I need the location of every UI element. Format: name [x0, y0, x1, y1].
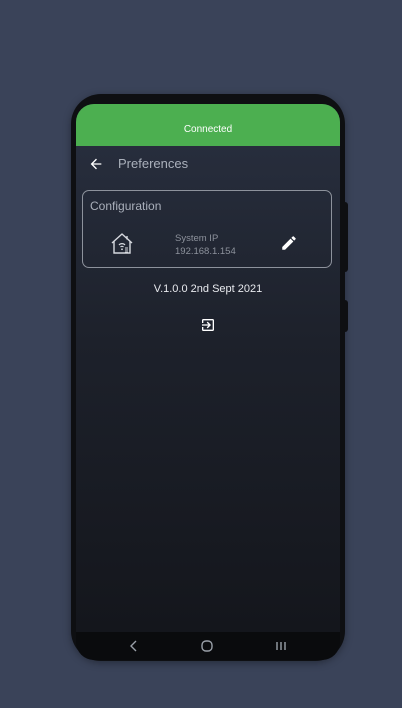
phone-volume-button: [344, 202, 348, 272]
pencil-icon: [282, 236, 296, 250]
nav-recent-apps-icon[interactable]: [274, 639, 288, 653]
logout-button[interactable]: [200, 317, 216, 333]
smart-home-icon: [111, 233, 133, 254]
system-ip-value: 192.168.1.154: [175, 246, 236, 257]
arrow-left-icon: [90, 158, 102, 170]
app-header: Preferences: [76, 152, 340, 176]
nav-home-icon[interactable]: [200, 639, 214, 653]
nav-back-icon[interactable]: [128, 639, 140, 653]
edit-ip-button[interactable]: [280, 234, 298, 252]
system-ip-label: System IP: [175, 233, 219, 244]
connection-status-text: Connected: [183, 123, 233, 135]
logout-icon: [202, 319, 214, 331]
page-title: Preferences: [118, 156, 189, 171]
phone-power-button: [344, 300, 348, 332]
app-screen: Connected Preferences Configuration Syst…: [76, 104, 340, 632]
back-button[interactable]: [86, 154, 106, 174]
system-navigation-bar: [76, 632, 340, 660]
configuration-title: Configuration: [90, 199, 162, 213]
connection-status-banner: Connected: [76, 112, 340, 146]
app-version: V.1.0.0 2nd Sept 2021: [153, 283, 263, 295]
configuration-card: Configuration System IP 192.168.1.154: [82, 190, 332, 268]
status-strip: [76, 104, 340, 112]
